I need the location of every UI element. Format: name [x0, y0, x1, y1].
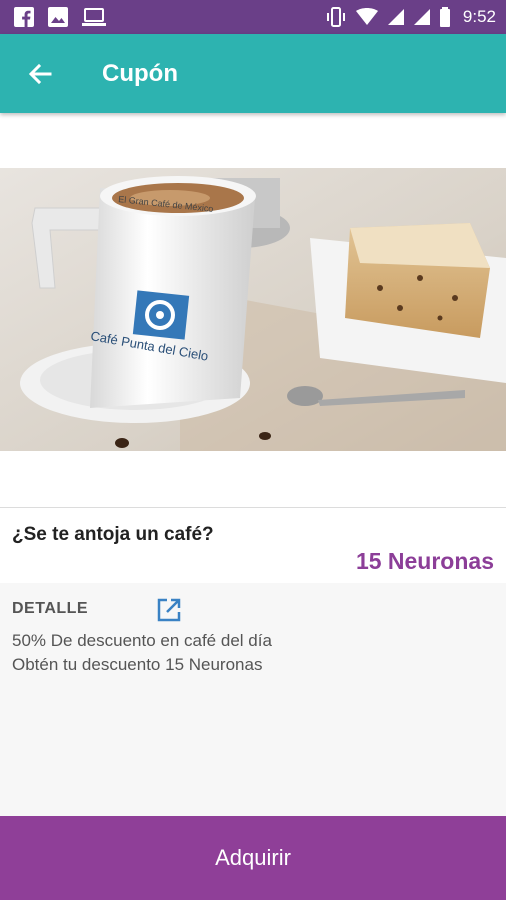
detail-line-1: 50% De descuento en café del día: [12, 631, 272, 650]
signal-icon-2: [413, 9, 430, 25]
app-bar: Cupón: [0, 34, 506, 113]
coupon-header: ¿Se te antoja un café? 15 Neuronas: [0, 507, 506, 584]
page-title: Cupón: [102, 60, 178, 87]
status-bar: 9:52: [0, 0, 506, 34]
signal-icon: [387, 9, 404, 25]
status-time: 9:52: [462, 7, 496, 26]
arrow-back-icon: [28, 63, 52, 85]
coupon-image: Café Punta del Cielo El Gran Café de Méx…: [0, 168, 506, 451]
back-button[interactable]: [24, 58, 56, 90]
vibrate-icon: [326, 7, 345, 27]
detail-section: DETALLE 50% De descuento en café del día…: [0, 583, 506, 816]
acquire-button[interactable]: Adquirir: [0, 816, 506, 900]
open-in-new-icon: [157, 598, 181, 622]
facebook-icon: [14, 7, 34, 27]
image-icon: [48, 7, 68, 27]
laptop-icon: [82, 8, 106, 26]
open-in-new-button[interactable]: [155, 596, 183, 624]
detail-label: DETALLE: [12, 600, 89, 617]
coupon-price: 15 Neuronas: [355, 548, 494, 574]
detail-line-2: Obtén tu descuento 15 Neuronas: [12, 655, 263, 674]
battery-icon: [439, 7, 450, 27]
wifi-icon: [355, 8, 378, 25]
coupon-title: ¿Se te antoja un café?: [12, 524, 214, 545]
